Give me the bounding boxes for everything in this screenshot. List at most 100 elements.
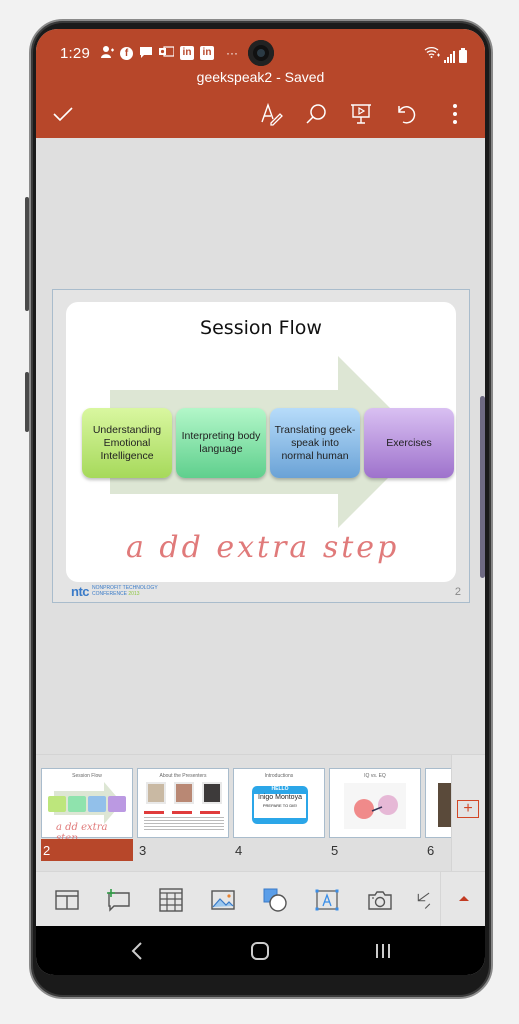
step-box-3[interactable]: Translating geek-speak into normal human [270, 408, 360, 478]
badge-tagline: PREPARE TO DIE! [262, 803, 298, 808]
picture-button[interactable] [209, 886, 237, 914]
message-icon [139, 45, 153, 62]
linkedin-icon: in [180, 46, 194, 60]
recents-button[interactable] [370, 938, 396, 964]
add-slide-area: + [451, 755, 485, 872]
add-slide-button[interactable]: + [457, 800, 479, 818]
presenter-names [144, 811, 224, 814]
logo-line2: CONFERENCE [92, 590, 128, 597]
mini-step [88, 796, 106, 812]
document-title: geekspeak2 - Saved [196, 69, 325, 85]
more-notifications-icon: ··· [226, 46, 238, 60]
ink-arrow-icon [417, 892, 431, 909]
caret-up-icon [459, 896, 469, 901]
thumbnail-slide-6[interactable]: Emo [425, 768, 451, 838]
mini-step [108, 796, 126, 812]
thumbnail-slide-3[interactable]: About the Presenters [137, 768, 229, 838]
ink-arrow-button[interactable] [416, 886, 436, 914]
presenter-bios [144, 817, 224, 831]
present-icon [351, 104, 371, 124]
expand-toolbar-button[interactable] [440, 872, 485, 927]
check-icon [53, 107, 73, 122]
facebook-icon: f [120, 46, 133, 60]
text-box-button[interactable] [313, 886, 341, 914]
layout-icon [55, 890, 79, 910]
new-comment-icon [107, 889, 130, 912]
shapes-icon [263, 888, 287, 912]
camera-icon [368, 891, 392, 910]
home-icon [251, 942, 269, 960]
mini-step [48, 796, 66, 812]
slide-canvas[interactable]: Session Flow Understanding Emotional Int… [36, 138, 485, 754]
thumbnail-number: 6 [427, 843, 435, 858]
recents-icon [376, 944, 390, 958]
thumbnail-number: 4 [235, 843, 243, 858]
search-button[interactable] [301, 99, 331, 129]
badge-body: Inigo Montoya PREPARE TO DIE! [254, 794, 306, 818]
more-options-button[interactable] [440, 99, 470, 129]
power-button [25, 372, 29, 432]
undo-button[interactable] [392, 99, 422, 129]
android-nav-bar [36, 926, 485, 975]
logo-year: 2013 [128, 590, 140, 597]
undo-icon [398, 106, 416, 124]
status-time: 1:29 [60, 44, 90, 62]
thumbnail-slide-4[interactable]: Introductions HELLO Inigo Montoya PREPAR… [233, 768, 325, 838]
slide-content-area: Session Flow Understanding Emotional Int… [66, 302, 456, 582]
text-box-icon [315, 889, 339, 911]
logo-mark: ntc [71, 584, 90, 599]
slide-thumbnail-strip: Session Flow a dd extra step 2 About the… [36, 754, 485, 872]
thumbnail-slide-5[interactable]: IQ vs. EQ [329, 768, 421, 838]
name-badge: HELLO Inigo Montoya PREPARE TO DIE! [252, 786, 308, 824]
thumbnail-title: Emo [426, 773, 451, 779]
step-box-1[interactable]: Understanding Emotional Intelligence [82, 408, 172, 478]
step-box-2[interactable]: Interpreting body language [176, 408, 266, 478]
picture-icon [211, 890, 235, 910]
system-icons [424, 45, 467, 63]
insert-toolbar [36, 871, 485, 927]
iq-eq-cartoon [344, 783, 406, 829]
table-button[interactable] [157, 886, 185, 914]
linkedin-icon: in [200, 46, 214, 60]
slide-2[interactable]: Session Flow Understanding Emotional Int… [52, 289, 470, 603]
draw-button[interactable] [256, 99, 286, 129]
back-button[interactable] [124, 938, 150, 964]
front-camera [248, 40, 274, 66]
battery-icon [459, 48, 467, 63]
search-icon [306, 104, 326, 124]
slide-number: 2 [454, 586, 461, 598]
presenter-photo [174, 782, 194, 804]
thumbnail-number: 2 [41, 839, 133, 861]
wifi-icon [424, 45, 440, 63]
vertical-scrollbar[interactable] [480, 396, 485, 578]
layout-button[interactable] [53, 886, 81, 914]
logo-text: NONPROFIT TECHNOLOGY CONFERENCE 2013 [92, 585, 158, 597]
mini-step [68, 796, 86, 812]
camera-button[interactable] [366, 886, 394, 914]
presenter-photo [146, 782, 166, 804]
shapes-button[interactable] [261, 886, 289, 914]
new-comment-button[interactable] [104, 886, 132, 914]
ntc-logo: ntc NONPROFIT TECHNOLOGY CONFERENCE 2013 [71, 584, 158, 599]
thumbnail-number: 5 [331, 843, 339, 858]
present-button[interactable] [346, 99, 376, 129]
home-button[interactable] [247, 938, 273, 964]
thumbnail-slide-2[interactable]: Session Flow a dd extra step [41, 768, 133, 844]
contact-add-icon [100, 45, 114, 62]
notification-icons: f in in ··· [100, 45, 238, 62]
presenter-photo [202, 782, 222, 804]
signal-icon [444, 51, 455, 63]
step-box-4[interactable]: Exercises [364, 408, 454, 478]
thumbnail-photo [438, 783, 451, 827]
draw-pen-icon [261, 102, 283, 126]
outlook-icon [159, 45, 175, 61]
ink-annotation[interactable]: a dd extra step [126, 530, 399, 565]
thumbnail-title: Introductions [264, 773, 294, 779]
table-icon [159, 888, 183, 912]
thumbnail-title: About the Presenters [159, 773, 207, 779]
thumbnail-number: 3 [139, 843, 147, 858]
badge-hello: HELLO [271, 786, 289, 792]
app-toolbar [36, 95, 485, 133]
done-button[interactable] [48, 99, 78, 129]
badge-name: Inigo Montoya [258, 794, 302, 801]
